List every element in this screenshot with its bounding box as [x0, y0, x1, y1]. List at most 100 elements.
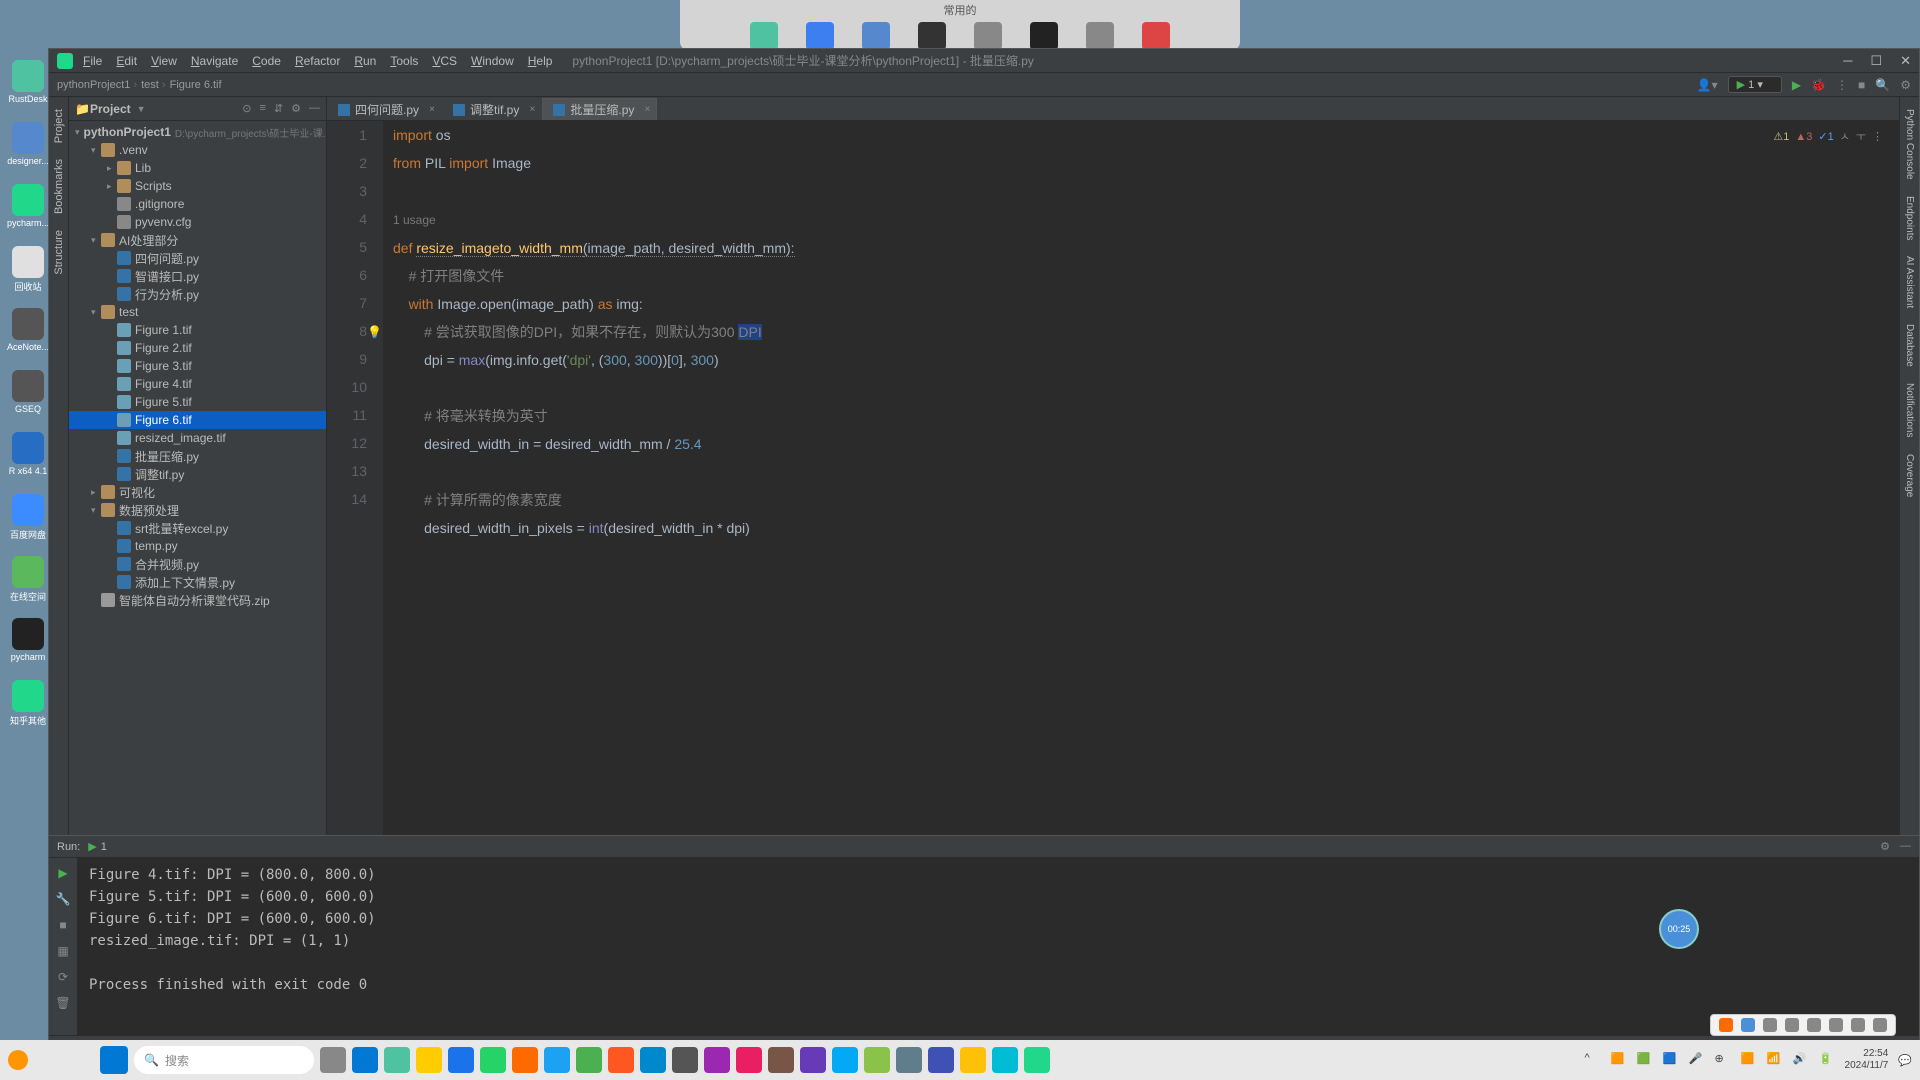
tree-item[interactable]: 行为分析.py — [69, 285, 326, 303]
chevron-down-icon[interactable]: ▼ — [137, 104, 146, 114]
tree-item[interactable]: ▸Scripts — [69, 177, 326, 195]
desktop-shortcut[interactable]: GSEQ — [4, 370, 52, 414]
tray-icon[interactable]: ⊕ — [1715, 1052, 1731, 1068]
tree-item[interactable]: srt批量转excel.py — [69, 519, 326, 537]
up-icon[interactable]: ⟳ — [55, 970, 71, 986]
editor-tab[interactable]: 批量压缩.py× — [542, 98, 657, 120]
taskbar-app-icon[interactable] — [832, 1047, 858, 1073]
taskbar-clock[interactable]: 22:54 2024/11/7 — [1845, 1048, 1889, 1072]
app-icon[interactable] — [8, 1050, 28, 1070]
menu-vcs[interactable]: VCS — [432, 54, 457, 68]
tool-icon[interactable]: 🔧 — [55, 892, 71, 908]
desktop-shortcut[interactable]: RustDesk — [4, 60, 52, 104]
tray-icon[interactable]: 🟧 — [1741, 1052, 1757, 1068]
taskbar-app-icon[interactable] — [576, 1047, 602, 1073]
tree-item[interactable]: Figure 2.tif — [69, 339, 326, 357]
taskbar-app-icon[interactable] — [1024, 1047, 1050, 1073]
minimize-icon[interactable]: ─ — [1843, 53, 1852, 69]
close-tab-icon[interactable]: × — [530, 104, 536, 115]
tree-item[interactable]: 智谱接口.py — [69, 267, 326, 285]
shortcut-icon[interactable] — [974, 22, 1002, 50]
tool-tab-notifications[interactable]: Notifications — [1902, 375, 1917, 445]
breadcrumb-item[interactable]: pythonProject1 — [57, 79, 137, 91]
run-settings-icon[interactable]: ⚙ — [1880, 840, 1890, 853]
locate-icon[interactable]: ⊙ — [242, 102, 251, 115]
run-config-selector[interactable]: ▶ 1 ▾ — [1728, 76, 1782, 93]
tree-item[interactable]: 智能体自动分析课堂代码.zip — [69, 591, 326, 609]
tree-item[interactable]: Figure 5.tif — [69, 393, 326, 411]
shortcut-icon[interactable] — [806, 22, 834, 50]
ime-item[interactable] — [1873, 1018, 1887, 1032]
menu-view[interactable]: View — [151, 54, 177, 68]
ime-item[interactable] — [1719, 1018, 1733, 1032]
tree-item[interactable]: ▾test — [69, 303, 326, 321]
desktop-shortcut[interactable]: 在线空间 — [4, 556, 52, 603]
more-icon[interactable]: ⋮ — [1836, 78, 1848, 92]
run-hide-icon[interactable]: — — [1900, 840, 1911, 853]
layout-icon[interactable]: ▦ — [55, 944, 71, 960]
tool-tab-coverage[interactable]: Coverage — [1902, 446, 1917, 505]
tool-tab-ai-assistant[interactable]: AI Assistant — [1902, 248, 1917, 316]
ime-item[interactable] — [1851, 1018, 1865, 1032]
tray-icon[interactable]: ^ — [1585, 1052, 1601, 1068]
tray-icon[interactable]: 🔊 — [1793, 1052, 1809, 1068]
taskbar-app-icon[interactable] — [768, 1047, 794, 1073]
breadcrumb-item[interactable]: test — [141, 79, 165, 91]
shortcut-icon[interactable] — [750, 22, 778, 50]
taskbar-app-icon[interactable] — [544, 1047, 570, 1073]
menu-tools[interactable]: Tools — [390, 54, 418, 68]
taskbar-app-icon[interactable] — [672, 1047, 698, 1073]
breadcrumb[interactable]: pythonProject1 test Figure 6.tif — [57, 79, 222, 91]
taskbar-app-icon[interactable] — [864, 1047, 890, 1073]
shortcut-icon[interactable] — [1142, 22, 1170, 50]
taskbar-app-icon[interactable] — [512, 1047, 538, 1073]
tree-item[interactable]: ▾.venv — [69, 141, 326, 159]
taskbar-app-icon[interactable] — [352, 1047, 378, 1073]
system-tray[interactable]: ^🟧🟩🟦🎤⊕🟧📶🔊🔋 22:54 2024/11/7 💬 — [1585, 1048, 1912, 1072]
desktop-shortcut[interactable]: AceNote... — [4, 308, 52, 352]
code-content[interactable]: import osfrom PIL import Image 1 usagede… — [383, 121, 1899, 835]
stop-icon[interactable]: ■ — [1858, 78, 1865, 92]
menu-file[interactable]: File — [83, 54, 102, 68]
editor-tab[interactable]: 调整tif.py× — [442, 98, 542, 120]
debug-icon[interactable]: 🐞 — [1811, 78, 1826, 92]
taskbar-app-icon[interactable] — [416, 1047, 442, 1073]
menu-code[interactable]: Code — [252, 54, 281, 68]
console-output[interactable]: Figure 4.tif: DPI = (800.0, 800.0) Figur… — [77, 858, 1919, 1035]
menu-refactor[interactable]: Refactor — [295, 54, 340, 68]
taskbar-app-icon[interactable] — [928, 1047, 954, 1073]
tool-tab-endpoints[interactable]: Endpoints — [1902, 188, 1917, 248]
menu-run[interactable]: Run — [354, 54, 376, 68]
tree-root[interactable]: ▾pythonProject1D:\pycharm_projects\硕士毕业-… — [69, 123, 326, 141]
taskbar-app-icon[interactable] — [992, 1047, 1018, 1073]
tree-item[interactable]: ▸可视化 — [69, 483, 326, 501]
tree-item[interactable]: 四何问题.py — [69, 249, 326, 267]
run-tab[interactable]: 1 — [101, 841, 107, 853]
desktop-shortcut[interactable]: R x64 4.1 — [4, 432, 52, 476]
tree-item[interactable]: Figure 6.tif — [69, 411, 326, 429]
hide-icon[interactable]: — — [309, 102, 320, 115]
ime-item[interactable] — [1785, 1018, 1799, 1032]
tray-icon[interactable]: 🟧 — [1611, 1052, 1627, 1068]
taskbar-app-icon[interactable] — [608, 1047, 634, 1073]
tree-item[interactable]: ▾AI处理部分 — [69, 231, 326, 249]
tray-icon[interactable]: 🟦 — [1663, 1052, 1679, 1068]
taskbar-app-icon[interactable] — [896, 1047, 922, 1073]
taskbar-app-icon[interactable] — [320, 1047, 346, 1073]
tree-item[interactable]: 调整tif.py — [69, 465, 326, 483]
tool-tab-python-console[interactable]: Python Console — [1902, 101, 1917, 188]
breadcrumb-item[interactable]: Figure 6.tif — [170, 79, 222, 91]
desktop-shortcut[interactable]: 知乎其他 — [4, 680, 52, 727]
user-icon[interactable]: 👤▾ — [1697, 78, 1718, 92]
desktop-shortcut[interactable]: designer... — [4, 122, 52, 166]
maximize-icon[interactable]: ☐ — [1870, 53, 1882, 69]
tree-item[interactable]: resized_image.tif — [69, 429, 326, 447]
main-menu[interactable]: FileEditViewNavigateCodeRefactorRunTools… — [83, 54, 552, 68]
ime-item[interactable] — [1741, 1018, 1755, 1032]
taskbar-app-icon[interactable] — [736, 1047, 762, 1073]
project-tree[interactable]: ▾pythonProject1D:\pycharm_projects\硕士毕业-… — [69, 121, 326, 835]
menu-navigate[interactable]: Navigate — [191, 54, 238, 68]
tree-item[interactable]: Figure 4.tif — [69, 375, 326, 393]
gear-icon[interactable]: ⚙ — [1900, 78, 1911, 92]
tool-tab-database[interactable]: Database — [1902, 316, 1917, 375]
